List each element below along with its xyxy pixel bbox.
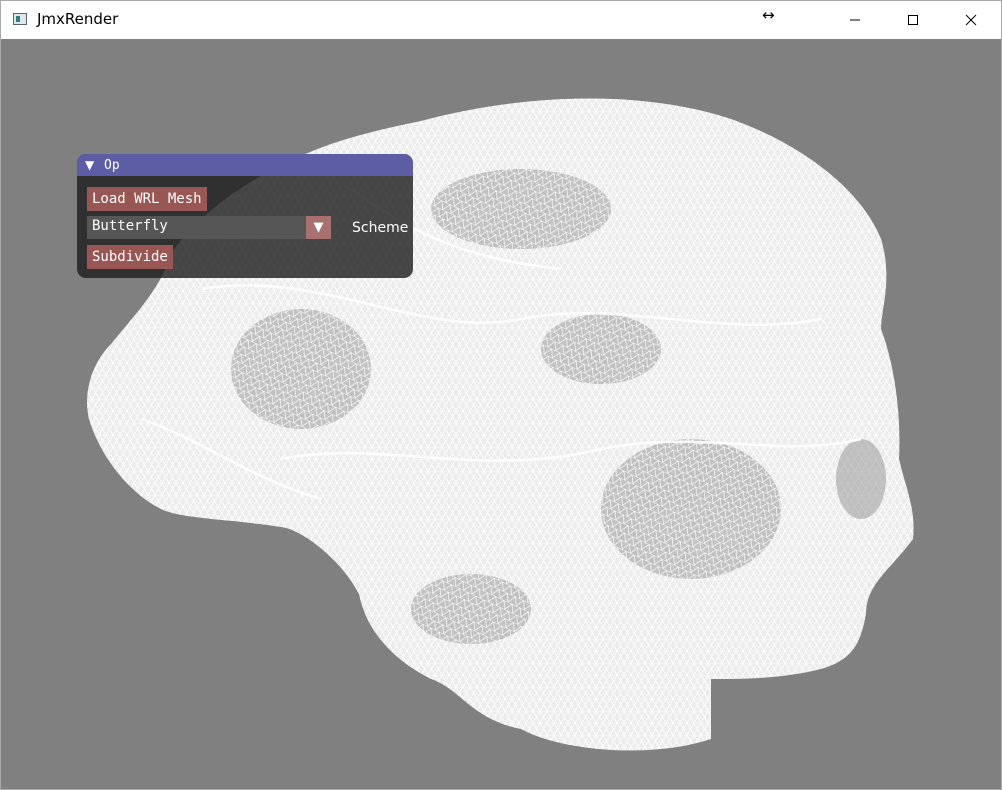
op-panel: ▼ Op Load WRL Mesh Butterfly ▼ Scheme Su… — [77, 154, 413, 278]
panel-title: Op — [104, 158, 120, 173]
minimize-button[interactable] — [826, 1, 884, 39]
scheme-dropdown[interactable]: Butterfly ▼ — [87, 216, 331, 239]
load-wrl-mesh-button[interactable]: Load WRL Mesh — [87, 187, 207, 211]
app-window: JmxRender ↔ ▼ Op Load WRL Mesh Butterfly… — [0, 0, 1002, 790]
collapse-triangle-icon[interactable]: ▼ — [85, 158, 94, 172]
title-bar[interactable]: JmxRender ↔ — [1, 1, 1001, 39]
render-viewport[interactable]: ▼ Op Load WRL Mesh Butterfly ▼ Scheme Su… — [1, 39, 1001, 789]
maximize-icon — [908, 15, 918, 25]
app-icon — [13, 13, 27, 25]
maximize-button[interactable] — [884, 1, 942, 39]
close-button[interactable] — [942, 1, 1000, 39]
scheme-value: Butterfly — [92, 218, 168, 234]
resize-arrows-icon: ↔ — [762, 6, 775, 24]
minimize-icon — [850, 19, 860, 21]
wireframe-head-mesh — [87, 98, 914, 751]
dropdown-arrow-icon[interactable]: ▼ — [306, 216, 331, 239]
panel-header[interactable]: ▼ Op — [77, 154, 413, 176]
window-title: JmxRender — [37, 10, 119, 28]
scheme-label: Scheme — [352, 220, 409, 236]
subdivide-button[interactable]: Subdivide — [87, 245, 173, 269]
close-icon — [965, 14, 977, 26]
